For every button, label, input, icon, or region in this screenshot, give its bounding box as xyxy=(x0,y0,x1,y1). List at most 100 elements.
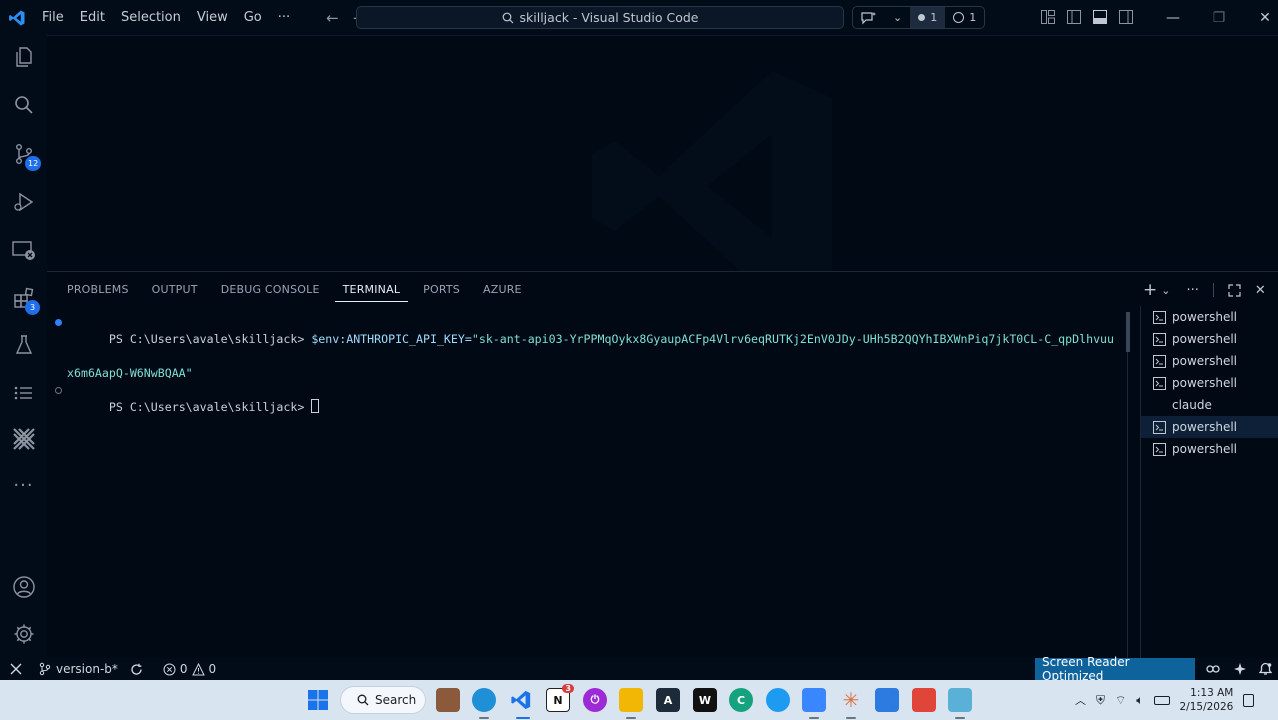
tab-azure[interactable]: AZURE xyxy=(475,280,530,302)
file-manager-app-icon[interactable] xyxy=(436,688,460,712)
search-icon[interactable] xyxy=(0,83,47,127)
terminal-tab[interactable]: powershell xyxy=(1141,328,1278,350)
maximize-panel-icon[interactable] xyxy=(1228,283,1241,297)
sync-button[interactable] xyxy=(124,663,149,676)
clock[interactable]: 1:13 AM 2/15/2026 xyxy=(1180,686,1234,714)
account-icon[interactable] xyxy=(0,565,47,609)
customize-layout-icon[interactable] xyxy=(1040,9,1056,25)
remote-indicator-icon[interactable] xyxy=(0,658,32,680)
tab-ports[interactable]: PORTS xyxy=(415,280,468,302)
toggle-panel-icon[interactable] xyxy=(1092,9,1108,25)
app-w-icon[interactable]: W xyxy=(693,688,717,712)
vpn-shield-icon[interactable]: ⛨ xyxy=(1096,693,1105,708)
vscode-taskbar-icon[interactable] xyxy=(509,688,533,712)
menu-file[interactable]: File xyxy=(34,0,72,35)
chevron-down-icon: ⌄ xyxy=(893,11,903,24)
notifications-bell-icon[interactable] xyxy=(1253,662,1278,676)
screen-reader-button[interactable]: Screen Reader Optimized xyxy=(1035,655,1195,683)
sync-icon xyxy=(131,663,142,675)
source-control-icon[interactable]: 12 xyxy=(0,132,47,176)
extensions-icon[interactable]: 3 xyxy=(0,276,47,320)
more-icon[interactable]: ··· xyxy=(0,463,47,507)
minimize-icon[interactable]: — xyxy=(1150,0,1196,35)
claude-app-icon[interactable]: ✳ xyxy=(839,688,863,712)
tab-debug-console[interactable]: DEBUG CONSOLE xyxy=(213,280,328,302)
tools-icon[interactable] xyxy=(0,417,47,461)
snipping-tool-icon[interactable] xyxy=(802,688,826,712)
restore-icon[interactable]: ❐ xyxy=(1196,0,1242,35)
menu-view[interactable]: View xyxy=(189,0,236,35)
tab-problems[interactable]: PROBLEMS xyxy=(59,280,137,302)
close-window-icon[interactable]: ✕ xyxy=(1242,0,1278,35)
status-right: Screen Reader Optimized xyxy=(1035,655,1278,683)
terminal-icon xyxy=(1153,332,1166,346)
sparkle-icon[interactable] xyxy=(1227,662,1253,676)
power-app-icon[interactable]: ⏻ xyxy=(583,688,607,712)
terminal-icon xyxy=(1153,420,1166,434)
chat-button[interactable] xyxy=(853,7,885,28)
more-actions-icon[interactable]: ··· xyxy=(1186,283,1198,298)
menu-go[interactable]: Go xyxy=(236,0,270,35)
new-terminal-icon[interactable]: + xyxy=(1143,280,1157,300)
windows-start-icon[interactable] xyxy=(306,688,330,712)
app-window-icon[interactable] xyxy=(948,688,972,712)
circular-app-icon[interactable]: C xyxy=(729,688,753,712)
remote-explorer-icon[interactable] xyxy=(0,228,47,272)
notion-app-icon[interactable]: N3 xyxy=(546,684,574,712)
terminal-tab[interactable]: powershell xyxy=(1141,306,1278,328)
edge-browser-icon[interactable] xyxy=(472,688,496,712)
prompt: PS C:\Users\avale\skilljack> xyxy=(108,400,312,414)
docker-app-icon[interactable] xyxy=(766,688,790,712)
chat-dropdown[interactable]: ⌄ xyxy=(885,7,910,28)
terminal-tab-selected[interactable]: powershell xyxy=(1141,416,1278,438)
menu-selection[interactable]: Selection xyxy=(113,0,189,35)
battery-icon[interactable] xyxy=(1153,695,1170,705)
terminal-line-2: PS C:\Users\avale\skilljack> xyxy=(53,382,1127,433)
chat-group: ⌄ 1 1 xyxy=(852,6,986,29)
photos-app-icon[interactable] xyxy=(875,688,899,712)
tab-output[interactable]: OUTPUT xyxy=(144,280,206,302)
branch-indicator[interactable]: version-b* xyxy=(32,662,124,676)
command-center[interactable]: skilljack - Visual Studio Code xyxy=(356,6,844,29)
sync-indicator[interactable]: 1 xyxy=(945,7,984,28)
terminal-output[interactable]: PS C:\Users\avale\skilljack> $env:ANTHRO… xyxy=(53,314,1127,433)
settings-gear-icon[interactable] xyxy=(0,612,47,656)
volume-icon[interactable]: 🔈︎ xyxy=(1136,693,1143,708)
menu-edit[interactable]: Edit xyxy=(72,0,113,35)
copilot-icon[interactable] xyxy=(1199,662,1227,676)
taskbar-search[interactable]: Search xyxy=(340,686,426,714)
wifi-icon[interactable]: ⌔ xyxy=(1115,693,1126,708)
outline-icon[interactable] xyxy=(0,371,47,415)
notion-badge: 3 xyxy=(562,684,574,693)
app-bars-icon[interactable] xyxy=(912,688,936,712)
run-debug-icon[interactable] xyxy=(0,180,47,224)
terminal-tab[interactable]: powershell xyxy=(1141,438,1278,460)
vscode-logo-icon[interactable] xyxy=(0,0,34,35)
tab-terminal[interactable]: TERMINAL xyxy=(334,280,409,302)
terminal-tab[interactable]: powershell xyxy=(1141,350,1278,372)
editor-area[interactable] xyxy=(47,35,1278,301)
status-indicator[interactable]: 1 xyxy=(910,7,946,28)
chevron-up-icon[interactable]: ︿ xyxy=(1075,692,1086,708)
time: 1:13 AM xyxy=(1190,687,1234,699)
terminal-tab[interactable]: powershell xyxy=(1141,372,1278,394)
problems-indicator[interactable]: 0 0 xyxy=(157,662,222,676)
back-arrow-icon[interactable]: ← xyxy=(326,9,339,27)
running-indicator xyxy=(626,717,636,719)
chevron-down-icon[interactable]: ⌄ xyxy=(1161,284,1170,297)
arc-app-icon[interactable]: A xyxy=(656,688,680,712)
toggle-secondary-sidebar-icon[interactable] xyxy=(1118,9,1134,25)
explorer-icon[interactable] xyxy=(0,35,47,79)
menu-more[interactable]: ··· xyxy=(270,0,298,35)
system-tray: ︿ ⛨ ⌔ 🔈︎ 1:13 AM 2/15/2026 xyxy=(1075,680,1255,720)
close-panel-icon[interactable]: ✕ xyxy=(1255,283,1266,298)
search-icon xyxy=(502,12,513,23)
folder-icon[interactable] xyxy=(619,688,643,712)
terminal-tab-label: powershell xyxy=(1172,420,1237,434)
notifications-icon[interactable] xyxy=(1243,693,1255,707)
testing-icon[interactable] xyxy=(0,323,47,367)
terminal-tab[interactable]: claude xyxy=(1141,394,1278,416)
terminal-scrollbar[interactable] xyxy=(1126,312,1130,352)
toggle-primary-sidebar-icon[interactable] xyxy=(1066,9,1082,25)
chat-sparkle-icon xyxy=(861,11,876,24)
